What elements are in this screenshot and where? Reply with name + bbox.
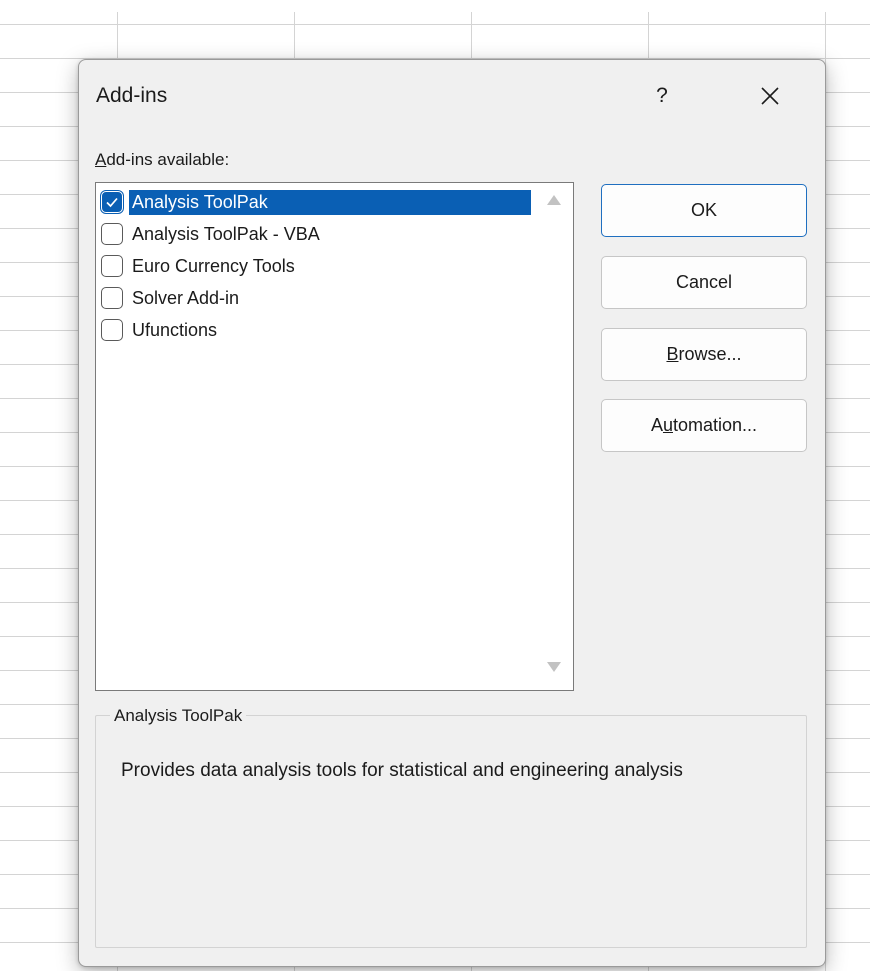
automation-label-prefix: A [650,415,663,435]
description-group-title: Analysis ToolPak [110,706,247,726]
addin-checkbox[interactable] [101,255,123,277]
description-group: Analysis ToolPak Provides data analysis … [95,706,807,948]
list-item[interactable]: Analysis ToolPak - VBA [99,218,531,250]
scroll-down-arrow-icon[interactable] [546,661,562,673]
help-button[interactable]: ? [639,76,685,116]
list-item[interactable]: Analysis ToolPak [99,186,531,218]
browse-label-rest: rowse... [678,344,742,364]
dialog-title: Add-ins [96,84,168,107]
mnemonic-a: A [95,150,107,169]
close-icon [761,87,779,105]
label-rest: dd-ins available: [106,150,230,169]
close-button[interactable] [747,76,793,116]
list-item[interactable]: Solver Add-in [99,282,531,314]
addin-label: Analysis ToolPak - VBA [132,223,320,244]
list-item[interactable]: Euro Currency Tools [99,250,531,282]
mnemonic-u: u [662,415,673,435]
add-ins-listbox[interactable]: Analysis ToolPak Analysis ToolPak - VBA Eu… [95,182,574,691]
browse-button[interactable]: Browse... [601,328,807,381]
addin-label: Ufunctions [132,319,218,340]
list-item[interactable]: Ufunctions [99,314,531,346]
addin-checkbox[interactable] [101,319,123,341]
automation-button[interactable]: Automation... [601,399,807,452]
addin-label: Analysis ToolPak [129,189,531,215]
mnemonic-b: B [666,344,679,364]
ok-button[interactable]: OK [601,184,807,237]
checkmark-icon [106,197,118,208]
add-ins-list: Analysis ToolPak Analysis ToolPak - VBA Eu… [99,186,531,346]
cancel-button[interactable]: Cancel [601,256,807,309]
addin-checkbox[interactable] [101,287,123,309]
spreadsheet-top-edge [0,0,870,12]
addin-label: Euro Currency Tools [132,255,295,276]
addin-checkbox[interactable] [101,223,123,245]
scroll-up-arrow-icon[interactable] [546,194,562,206]
add-ins-dialog: Add-ins ? Add-ins available: Analysis To… [78,59,826,967]
dialog-titlebar: Add-ins ? [79,60,825,132]
listbox-scrollbar[interactable] [533,183,573,690]
add-ins-available-label: Add-ins available: [95,150,229,170]
description-text: Provides data analysis tools for statist… [121,760,683,781]
addin-checkbox[interactable] [101,191,123,213]
automation-label-rest: tomation... [672,415,758,435]
addin-label: Solver Add-in [132,287,240,308]
